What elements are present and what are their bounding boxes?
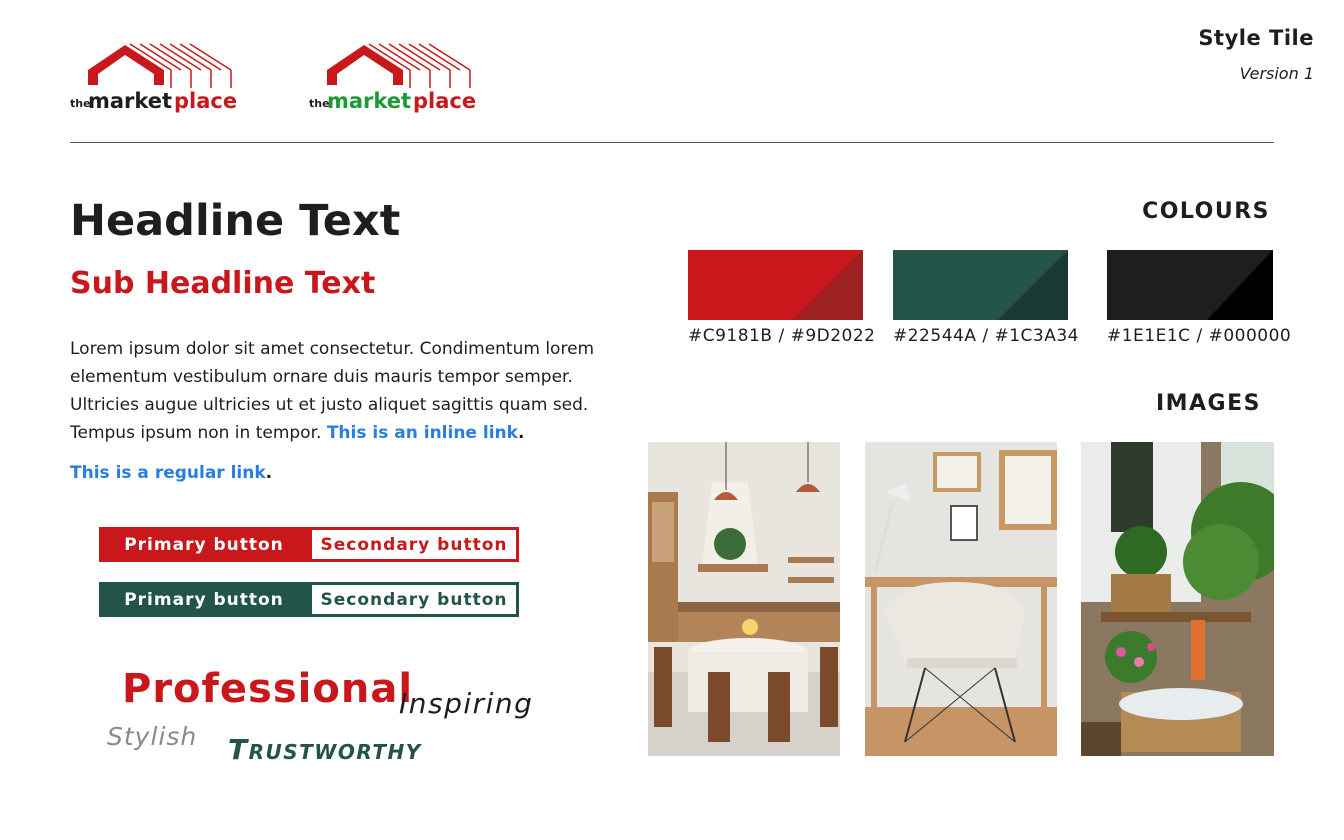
svg-text:M&M: M&M bbox=[969, 555, 1024, 580]
regular-link-line: This is a regular link. bbox=[70, 459, 272, 487]
swatch-red bbox=[688, 250, 863, 320]
garden-plants-photo bbox=[1081, 442, 1274, 756]
regular-link-period: . bbox=[265, 463, 273, 483]
inline-link[interactable]: This is an inline link bbox=[327, 423, 518, 443]
version-label: Version 1 bbox=[1239, 64, 1314, 83]
house-roof-icon: the market place bbox=[309, 43, 476, 113]
logo-word-place: place bbox=[174, 89, 237, 113]
secondary-button-green[interactable]: Secondary button bbox=[309, 582, 519, 617]
subheadline-sample: Sub Headline Text bbox=[70, 266, 376, 301]
logo-word-market: market bbox=[88, 89, 172, 113]
desk-chair-photo: M&M bbox=[865, 442, 1057, 756]
images-title: IMAGES bbox=[1155, 391, 1261, 416]
logo-alternate: the market place bbox=[307, 40, 487, 120]
keyword-inspiring: Inspiring bbox=[399, 687, 534, 720]
headline-sample: Headline Text bbox=[70, 196, 401, 246]
secondary-button-red[interactable]: Secondary button bbox=[309, 527, 519, 562]
body-text-sample: Lorem ipsum dolor sit amet consectetur. … bbox=[70, 335, 600, 447]
swatch-green-label: #22544A / #1C3A34 bbox=[893, 326, 1079, 346]
kitchen-dining-photo bbox=[648, 442, 840, 756]
colours-title: COLOURS bbox=[1142, 199, 1270, 224]
logo-word-place: place bbox=[413, 89, 476, 113]
swatch-black bbox=[1107, 250, 1273, 320]
primary-button-red[interactable]: Primary button bbox=[99, 527, 309, 562]
logo-word-market: market bbox=[327, 89, 411, 113]
keyword-professional: Professional bbox=[122, 666, 414, 712]
swatch-red-label: #C9181B / #9D2022 bbox=[688, 326, 876, 346]
swatch-black-label: #1E1E1C / #000000 bbox=[1107, 326, 1292, 346]
inline-link-period: . bbox=[517, 423, 525, 443]
red-button-group: Primary button Secondary button bbox=[99, 527, 519, 562]
header-divider bbox=[70, 142, 1274, 143]
green-button-group: Primary button Secondary button bbox=[99, 582, 519, 617]
house-roof-icon: the market place bbox=[70, 43, 237, 113]
style-tile-title: Style Tile bbox=[1198, 26, 1314, 50]
keyword-stylish: Stylish bbox=[107, 722, 198, 751]
swatch-green bbox=[893, 250, 1068, 320]
primary-button-green[interactable]: Primary button bbox=[99, 582, 309, 617]
keyword-trustworthy: Trustworthy bbox=[228, 733, 422, 766]
logo-primary: the market place bbox=[68, 40, 248, 120]
regular-link[interactable]: This is a regular link bbox=[70, 463, 266, 483]
